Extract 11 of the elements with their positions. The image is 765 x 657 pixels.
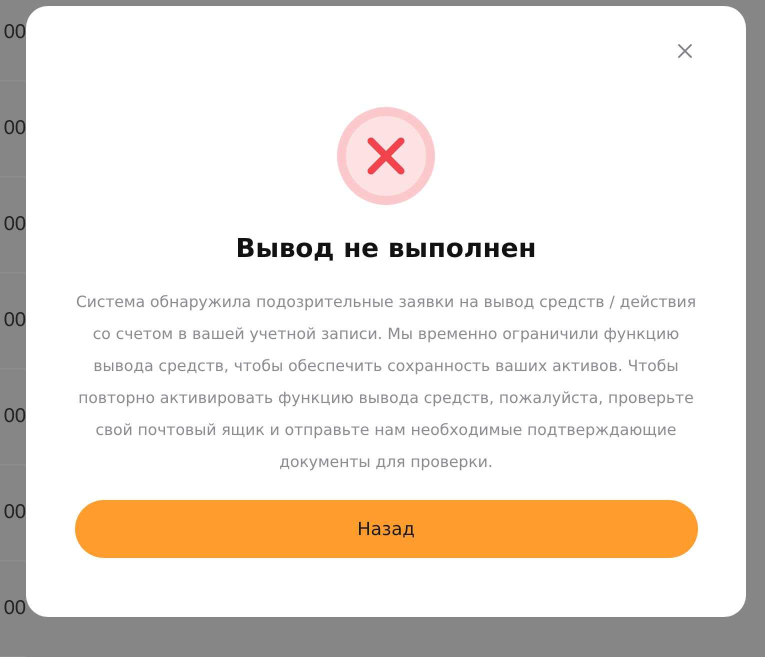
- close-icon[interactable]: [678, 44, 692, 58]
- amount-text: 00: [4, 117, 26, 140]
- amount-text: 00: [4, 597, 26, 620]
- back-button[interactable]: Назад: [74, 500, 698, 558]
- amount-text: 00: [4, 309, 26, 332]
- amount-text: 00: [4, 21, 26, 44]
- amount-text: 00: [4, 213, 26, 236]
- amount-text: 00: [4, 405, 26, 428]
- amount-text: 00: [4, 501, 26, 524]
- dialog-title: Вывод не выполнен: [236, 234, 536, 264]
- dialog-message: Система обнаружила подозрительные заявки на вывод средств / действия со счетом в вашей учетной записи. Мы временно ограничили функцию вывода средств, чтобы обеспечить сохранность ваших активов. Чтобы повторно активировать функцию вывода средств, пожалуйста, проверьте свой почтовый ящик и отправьте нам необходимые подтверждающие документы для проверки.: [74, 292, 698, 473]
